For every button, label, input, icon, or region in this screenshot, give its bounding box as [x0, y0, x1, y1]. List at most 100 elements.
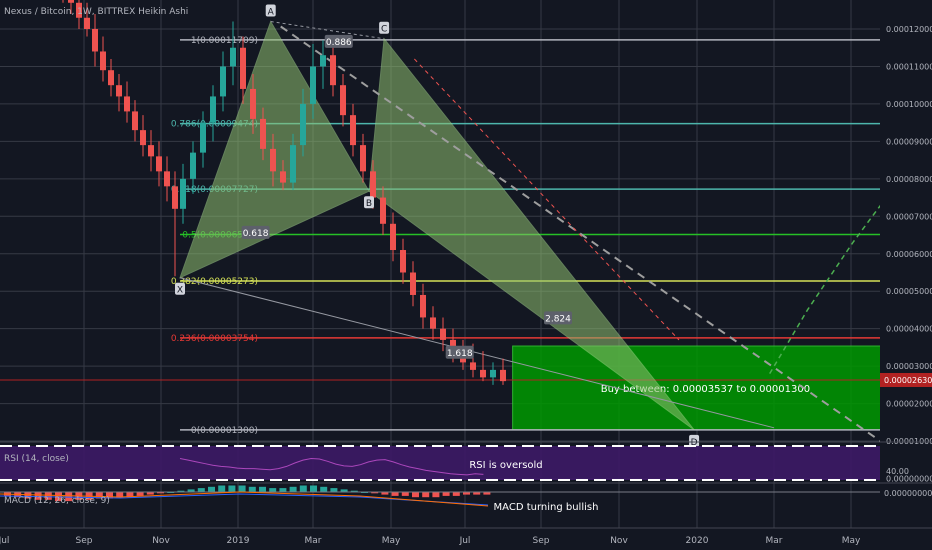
rsi-band — [0, 446, 880, 480]
y-tick-8: 0.00004000 — [886, 325, 932, 334]
macd-bar — [310, 485, 317, 492]
x-tick-3: 2019 — [227, 536, 250, 546]
candle-body — [470, 362, 476, 370]
ratio-label-2: 2.824 — [545, 314, 571, 324]
rsi-title: RSI (14, close) — [4, 454, 69, 464]
point-label-C: C — [381, 25, 387, 35]
y-tick-9: 0.00003000 — [886, 362, 932, 371]
macd-bar — [197, 488, 205, 492]
x-tick-5: May — [382, 536, 401, 546]
candle-body — [220, 66, 226, 97]
macd-bar — [208, 486, 215, 492]
candle-body — [190, 152, 196, 179]
macd-bar — [269, 488, 277, 492]
y-tick-2: 0.00010000 — [886, 100, 932, 109]
y-tick-3: 0.00009000 — [886, 137, 932, 146]
candle-body — [430, 317, 436, 329]
rsi-annotation: RSI is oversold — [469, 460, 542, 471]
fib-label-5: 0.236(0.00003754) — [171, 334, 258, 344]
x-tick-0: Jul — [0, 536, 9, 546]
ratio-label-1: 0.618 — [243, 229, 269, 239]
last-price-label: 0.00002630 — [884, 376, 932, 385]
candle-body — [350, 115, 356, 146]
y-tick-5: 0.00007000 — [886, 212, 932, 221]
candle-body — [210, 96, 216, 123]
candle-body — [250, 88, 256, 119]
ratio-label-0: 0.886 — [326, 38, 352, 48]
x-tick-9: 2020 — [686, 536, 709, 546]
macd-bar — [238, 485, 246, 492]
macd-bar — [432, 492, 440, 498]
y-tick-1: 0.00011000 — [886, 62, 932, 71]
macd-y-tick: 0.00000000 — [884, 489, 932, 498]
candle-body — [84, 17, 90, 29]
chart-canvas: Buy between: 0.00003537 to 0.00001300Sel… — [0, 0, 932, 550]
candle-body — [390, 223, 396, 251]
macd-bar — [422, 492, 430, 498]
chart-title: Nexus / Bitcoin, 1W, BITTREX Heikin Ashi — [4, 7, 188, 17]
x-tick-7: Sep — [533, 536, 550, 546]
candle-body — [420, 294, 426, 318]
macd-bar — [228, 485, 236, 492]
candle-body — [172, 186, 178, 209]
x-tick-2: Nov — [152, 536, 170, 546]
fib-label-0: 1(0.00011709) — [191, 36, 258, 46]
macd-bar — [259, 486, 266, 492]
candle-body — [240, 47, 246, 89]
candle-body — [92, 29, 98, 52]
point-label-B: B — [366, 199, 372, 209]
candle-body — [490, 369, 496, 378]
y-tick-10: 0.00002000 — [886, 400, 932, 409]
x-tick-4: Mar — [305, 536, 322, 546]
y-tick-6: 0.00006000 — [886, 250, 932, 259]
candle-body — [180, 178, 186, 209]
candle-body — [290, 145, 296, 183]
buy-zone-label: Buy between: 0.00003537 to 0.00001300 — [601, 384, 810, 395]
x-tick-10: Mar — [766, 536, 783, 546]
candle-body — [230, 47, 236, 67]
macd-bar — [442, 492, 450, 496]
y-tick-0: 0.00012000 — [886, 25, 932, 34]
point-label-A: A — [268, 8, 275, 18]
ratio-label-3: 1.618 — [447, 349, 473, 359]
macd-annotation: MACD turning bullish — [494, 502, 599, 513]
x-tick-6: Jul — [459, 536, 471, 546]
macd-bar — [320, 486, 328, 492]
candle-body — [360, 145, 366, 172]
point-label-X: X — [177, 286, 183, 296]
x-tick-1: Sep — [76, 536, 93, 546]
macd-bar — [391, 492, 399, 496]
candle-body — [132, 111, 138, 131]
candle-body — [164, 171, 170, 187]
candle-body — [300, 103, 306, 146]
rsi-y-tick: 40.00 — [886, 467, 909, 476]
macd-bar — [330, 488, 338, 492]
candle-body — [156, 156, 162, 172]
candle-body — [320, 55, 326, 67]
macd-title: MACD (12, 26, close, 9) — [4, 496, 110, 506]
candle-body — [280, 171, 286, 183]
x-tick-8: Nov — [610, 536, 628, 546]
candle-body — [440, 328, 446, 340]
macd-bar — [218, 485, 226, 492]
candle-body — [310, 66, 316, 104]
y-tick-4: 0.00008000 — [886, 175, 932, 184]
macd-bar — [248, 486, 256, 492]
candle-body — [330, 55, 336, 86]
candle-body — [260, 118, 266, 149]
macd-bar — [401, 492, 409, 496]
x-tick-11: May — [842, 536, 861, 546]
fib-label-6: 0(0.00001300) — [191, 426, 258, 436]
macd-bar — [136, 492, 144, 496]
candle-body — [108, 70, 114, 86]
candle-body — [124, 96, 130, 112]
macd-bar — [412, 492, 419, 498]
candle-body — [68, 0, 74, 3]
macd-bar — [279, 488, 287, 492]
candle-body — [140, 130, 146, 146]
candle-body — [500, 369, 506, 382]
y-tick-7: 0.00005000 — [886, 287, 932, 296]
candle-body — [200, 122, 206, 153]
candle-body — [370, 171, 376, 198]
candle-body — [100, 51, 106, 71]
